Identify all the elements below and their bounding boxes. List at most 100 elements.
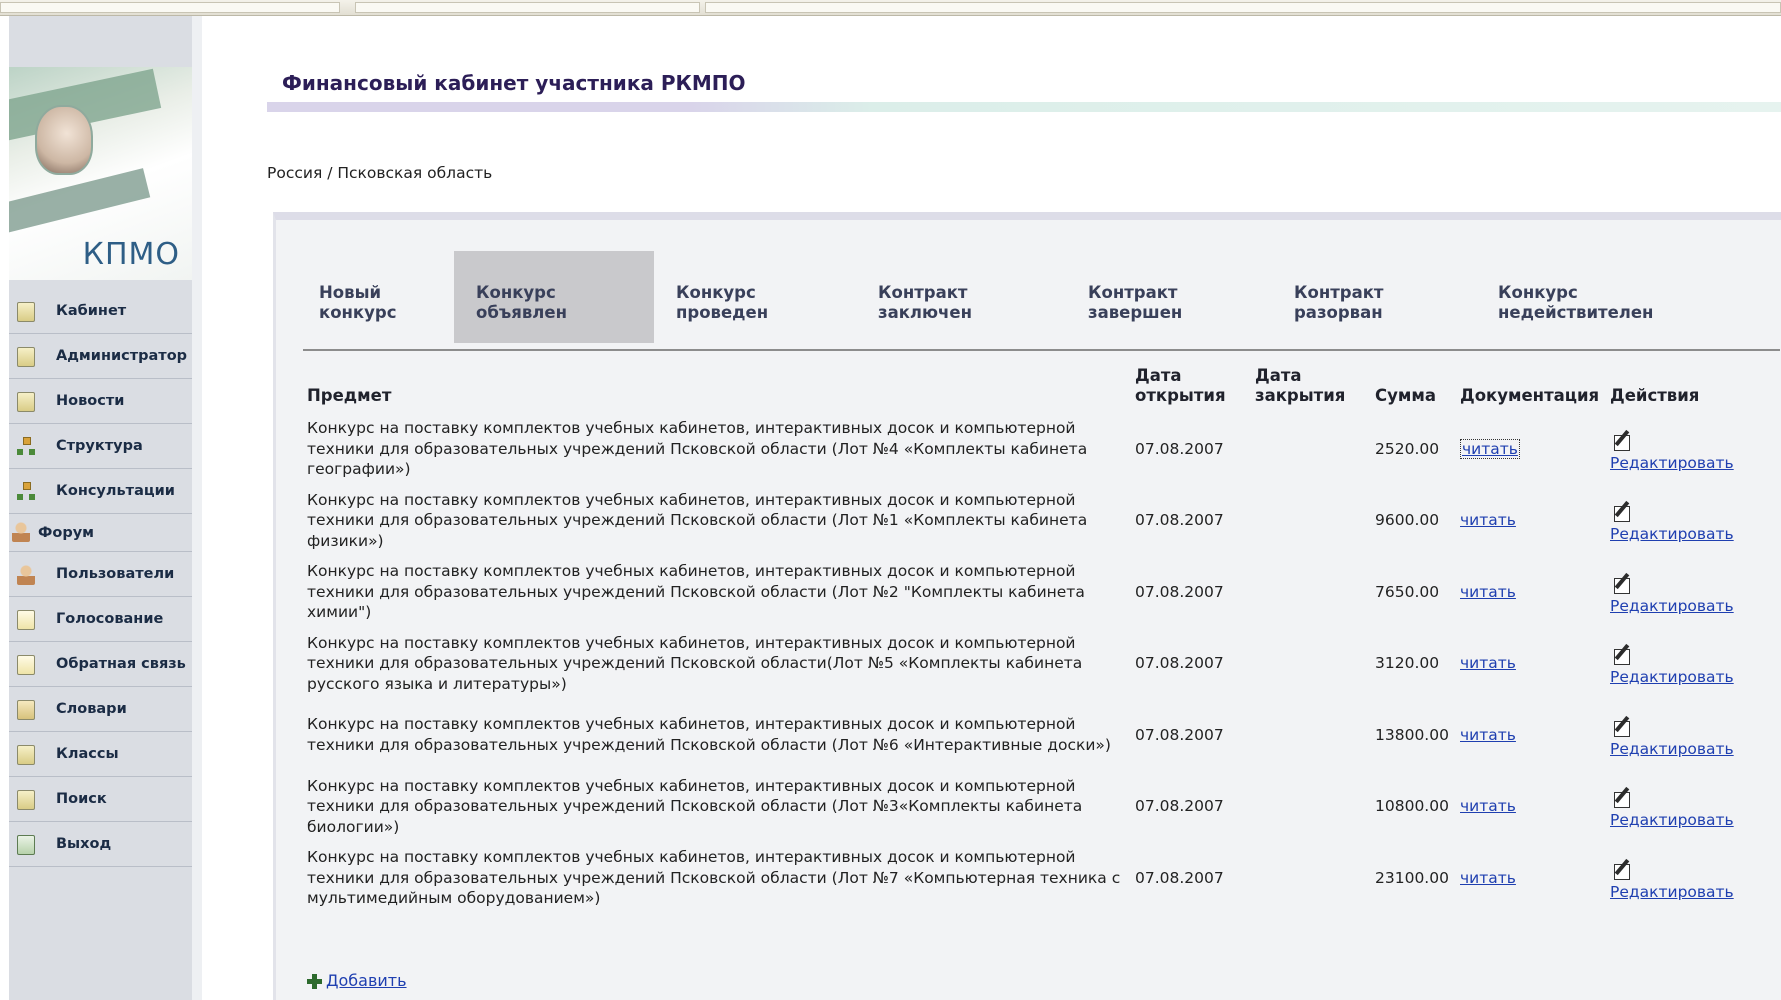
consult-icon <box>17 482 35 502</box>
tab-label: недействителен <box>1498 303 1654 322</box>
add-tender-link[interactable]: Добавить <box>326 971 407 990</box>
header-line: открытия <box>1135 386 1226 405</box>
breadcrumb: Россия / Псковская область <box>267 164 493 182</box>
cell-open-date: 07.08.2007 <box>1135 654 1224 672</box>
sidebar-item-label: Структура <box>56 438 143 454</box>
sidebar-item-forum[interactable]: Форум <box>9 514 192 552</box>
edit-icon[interactable] <box>1612 429 1634 451</box>
tab-contract-completed[interactable]: Контракт завершен <box>1088 251 1258 343</box>
read-doc-link[interactable]: читать <box>1460 511 1516 529</box>
sidebar: КПМО Кабинет Администратор Новости Струк… <box>9 16 192 1000</box>
logo-face-image <box>35 105 93 175</box>
read-doc-link[interactable]: читать <box>1460 583 1516 601</box>
read-doc-link[interactable]: читать <box>1460 438 1520 459</box>
cell-subject: Конкурс на поставку комплектов учебных к… <box>307 776 1083 836</box>
feedback-icon <box>17 655 35 675</box>
table-row: Конкурс на поставку комплектов учебных к… <box>307 771 1734 843</box>
edit-link[interactable]: Редактировать <box>1610 740 1734 758</box>
cell-subject: Конкурс на поставку комплектов учебных к… <box>307 633 1083 693</box>
tab-label: объявлен <box>476 303 567 322</box>
tab-new-tender[interactable]: Новый конкурс <box>300 251 442 343</box>
plus-icon[interactable] <box>307 973 322 989</box>
tab-contract-terminated[interactable]: Контракт разорван <box>1294 251 1464 343</box>
tab-label: Новый <box>319 283 382 302</box>
edit-icon[interactable] <box>1612 500 1634 522</box>
title-underline <box>267 102 1781 112</box>
main-content: Финансовый кабинет участника РКМПО Росси… <box>202 16 1781 1000</box>
sidebar-item-label: Поиск <box>56 791 107 807</box>
cell-actions: Редактировать <box>1610 771 1734 843</box>
edit-icon[interactable] <box>1612 643 1634 665</box>
edit-link[interactable]: Редактировать <box>1610 454 1734 472</box>
sidebar-separator <box>192 16 202 1000</box>
column-header-actions: Действия <box>1610 386 1700 405</box>
sidebar-item-feedback[interactable]: Обратная связь <box>9 642 192 687</box>
sidebar-item-exit[interactable]: Выход <box>9 822 192 867</box>
cell-subject: Конкурс на поставку комплектов учебных к… <box>307 490 1088 550</box>
cell-sum: 3120.00 <box>1375 654 1440 672</box>
status-tabs: Новый конкурс Конкурс объявлен Конкурс п… <box>300 251 1780 343</box>
tab-tender-invalid[interactable]: Конкурс недействителен <box>1498 251 1698 343</box>
edit-icon[interactable] <box>1612 715 1634 737</box>
cell-close-date <box>1255 771 1375 843</box>
sidebar-item-voting[interactable]: Голосование <box>9 597 192 642</box>
cell-close-date <box>1255 628 1375 700</box>
edit-link[interactable]: Редактировать <box>1610 525 1734 543</box>
edit-icon[interactable] <box>1612 858 1634 880</box>
edit-link[interactable]: Редактировать <box>1610 668 1734 686</box>
edit-icon[interactable] <box>1612 572 1634 594</box>
structure-icon <box>17 437 35 457</box>
classes-icon <box>17 745 35 765</box>
header-line: Дата <box>1135 366 1182 385</box>
sidebar-item-search[interactable]: Поиск <box>9 777 192 822</box>
table-row: Конкурс на поставку комплектов учебных к… <box>307 628 1734 700</box>
admin-icon <box>17 347 35 367</box>
tab-tender-announced[interactable]: Конкурс объявлен <box>454 251 654 343</box>
toolbar-segment <box>0 2 340 13</box>
sidebar-item-classes[interactable]: Классы <box>9 732 192 777</box>
read-doc-link[interactable]: читать <box>1460 797 1516 815</box>
tab-label: Контракт <box>878 283 968 302</box>
edit-link[interactable]: Редактировать <box>1610 883 1734 901</box>
cell-sum: 13800.00 <box>1375 725 1449 744</box>
cell-close-date <box>1255 556 1375 628</box>
dictionary-icon <box>17 700 35 720</box>
read-doc-link[interactable]: читать <box>1460 869 1516 887</box>
tab-contract-concluded[interactable]: Контракт заключен <box>878 251 1048 343</box>
sidebar-item-structure[interactable]: Структура <box>9 424 192 469</box>
toolbar-segment <box>355 2 700 13</box>
column-header-open-date: Дата открытия <box>1135 361 1255 413</box>
tenders-table: Предмет Дата открытия Дата закрытия Сумм… <box>307 361 1734 914</box>
read-doc-link[interactable]: читать <box>1460 654 1516 672</box>
edit-link[interactable]: Редактировать <box>1610 811 1734 829</box>
edit-link[interactable]: Редактировать <box>1610 597 1734 615</box>
read-doc-link[interactable]: читать <box>1460 726 1516 744</box>
cell-docs: читать <box>1460 842 1610 914</box>
cell-open-date: 07.08.2007 <box>1135 439 1224 458</box>
cell-close-date <box>1255 699 1375 771</box>
table-header-row: Предмет Дата открытия Дата закрытия Сумм… <box>307 361 1734 413</box>
cell-docs: читать <box>1460 771 1610 843</box>
sidebar-item-admin[interactable]: Администратор <box>9 334 192 379</box>
tab-label: Конкурс <box>676 283 756 302</box>
sidebar-item-consultations[interactable]: Консультации <box>9 469 192 514</box>
tab-label: Конкурс <box>1498 283 1578 302</box>
cell-open-date: 07.08.2007 <box>1135 797 1224 815</box>
cell-sum: 9600.00 <box>1375 511 1440 529</box>
sidebar-item-cabinet[interactable]: Кабинет <box>9 289 192 334</box>
tab-tender-held[interactable]: Конкурс проведен <box>676 251 846 343</box>
header-line: закрытия <box>1255 386 1346 405</box>
edit-icon[interactable] <box>1612 786 1634 808</box>
sidebar-item-news[interactable]: Новости <box>9 379 192 424</box>
cell-actions: Редактировать <box>1610 413 1734 485</box>
sidebar-item-label: Словари <box>56 701 127 717</box>
table-row: Конкурс на поставку комплектов учебных к… <box>307 556 1734 628</box>
cell-open-date: 07.08.2007 <box>1135 511 1224 529</box>
cell-open-date: 07.08.2007 <box>1135 868 1224 887</box>
tab-label: заключен <box>878 303 972 322</box>
sidebar-item-label: Обратная связь <box>56 656 186 672</box>
sidebar-item-users[interactable]: Пользователи <box>9 552 192 597</box>
cell-close-date <box>1255 485 1375 557</box>
sidebar-item-dictionaries[interactable]: Словари <box>9 687 192 732</box>
cell-docs: читать <box>1460 485 1610 557</box>
